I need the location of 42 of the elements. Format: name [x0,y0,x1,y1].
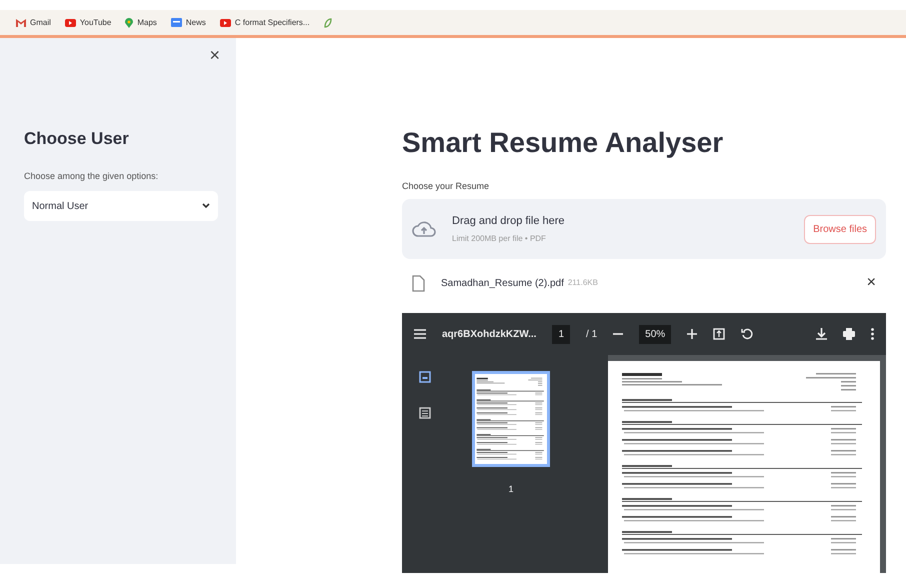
thumbnail-view-icon[interactable] [419,371,431,384]
zoom-in-icon[interactable] [687,329,698,340]
file-icon [412,274,425,292]
bookmark-link[interactable]: C format Specifiers... [234,16,310,28]
leaf-icon[interactable] [324,18,332,28]
bookmark-link[interactable]: YouTube [80,16,112,28]
bookmark-link[interactable]: Maps [137,16,157,28]
page-total: / 1 [586,328,598,342]
download-icon[interactable] [816,328,827,340]
select-value: Normal User [32,200,88,214]
upload-cloud-icon [412,220,436,238]
fit-page-icon[interactable] [713,328,726,340]
file-name: Samadhan_Resume (2).pdf [441,276,564,291]
drop-zone[interactable]: Drag and drop file here Limit 200MB per file • PDF Browse files [402,199,886,260]
video-play-icon[interactable] [220,18,231,26]
close-button[interactable]: × [209,46,220,64]
page-title: Smart Resume Analyser [402,126,724,160]
user-select[interactable]: Normal User [24,191,218,221]
chevron-icon [202,203,210,209]
page-number-field[interactable]: 1 [552,324,570,344]
outline-view-icon[interactable] [419,407,431,420]
file-size: 211.6KB [568,277,599,290]
video-play-icon[interactable] [64,18,76,26]
browse-files-button[interactable]: Browse files [804,214,876,244]
page-thumbnail[interactable] [472,371,550,468]
file-limit-text: Limit 200MB per file • PDF [452,233,547,246]
more-icon[interactable] [871,328,874,340]
menu-icon[interactable] [414,329,426,340]
zoom-field[interactable]: 50% [639,324,672,344]
select-label: Choose among the given options: [24,170,160,183]
sidebar-heading: Choose User [24,128,130,150]
rotate-icon[interactable] [741,328,754,340]
thumbnail-page-number: 1 [508,483,514,496]
map-pin-icon[interactable] [125,18,134,28]
news-icon[interactable] [170,18,182,27]
pdf-file-name: aqr6BXohdzkKZW... [442,328,536,342]
remove-file-button[interactable]: × [866,271,876,296]
bookmark-link[interactable]: News [186,16,206,28]
bookmark-link[interactable]: Gmail [30,16,51,28]
drop-text: Drag and drop file here [452,214,566,229]
gmail-icon[interactable] [16,18,26,26]
uploader-label: Choose your Resume [402,180,490,193]
